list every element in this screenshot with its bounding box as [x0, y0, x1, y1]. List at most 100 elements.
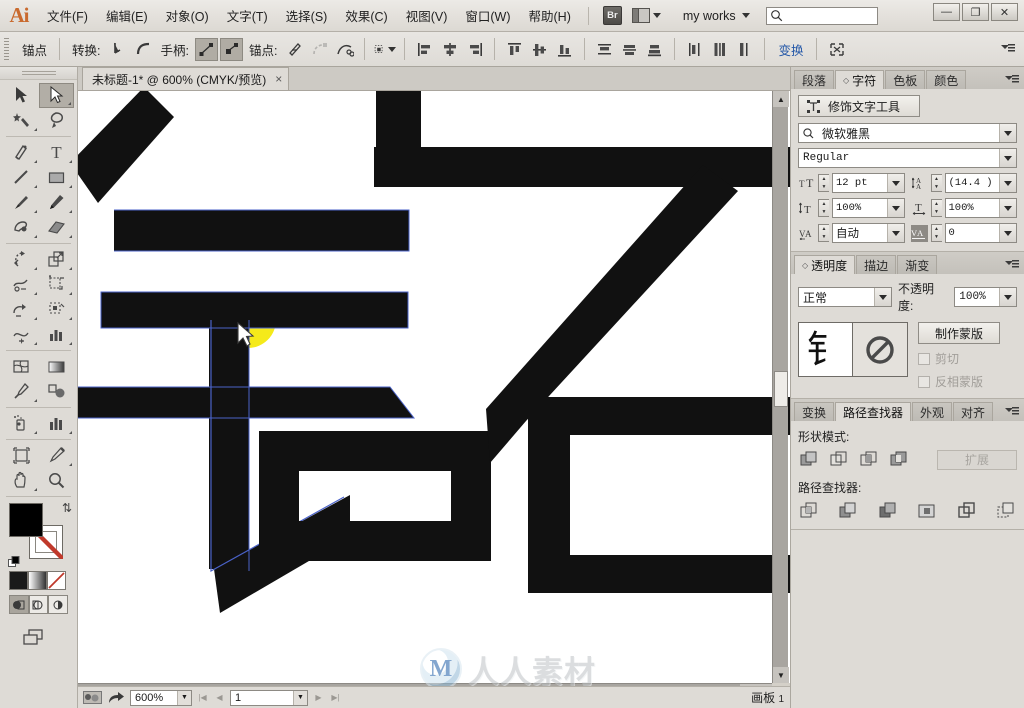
selection-tool[interactable] — [4, 83, 39, 108]
menu-window[interactable]: 窗口(W) — [456, 2, 519, 29]
align-left-icon[interactable] — [413, 38, 436, 61]
slice-tool[interactable] — [39, 443, 74, 468]
mesh-tool[interactable] — [4, 322, 39, 347]
tab-paragraph[interactable]: 段落 — [794, 70, 835, 89]
menu-type[interactable]: 文字(T) — [218, 2, 277, 29]
symbol-sprayer-tool[interactable] — [4, 411, 39, 436]
kerning-stepper[interactable]: ▲ ▼ — [818, 224, 829, 242]
distribute-right-icon[interactable] — [733, 38, 756, 61]
previous-artboard-button[interactable]: ◀ — [213, 691, 226, 705]
font-size-control[interactable]: TT ▲ ▼ 12 pt — [798, 173, 905, 193]
swap-fill-stroke-icon[interactable]: ⇅ — [62, 501, 72, 515]
align-vertical-center-icon[interactable] — [528, 38, 551, 61]
mesh-grid-tool[interactable] — [4, 354, 39, 379]
divide-icon[interactable] — [798, 500, 819, 521]
last-artboard-button[interactable]: ▶| — [329, 691, 342, 705]
character-panel-menu-icon[interactable] — [1005, 74, 1019, 86]
eyedropper-tool[interactable] — [4, 379, 39, 404]
pathfinder-panel-menu-icon[interactable] — [1005, 406, 1019, 418]
draw-behind-mode[interactable] — [28, 595, 49, 614]
exclude-icon[interactable] — [888, 449, 909, 470]
perspective-grid-tool[interactable] — [39, 297, 74, 322]
horizontal-scale-control[interactable]: T ▲ ▼ 100% — [911, 198, 1017, 218]
touch-type-tool-button[interactable]: 修饰文字工具 — [798, 95, 920, 117]
horizontal-scale-field[interactable]: 100% — [944, 198, 1017, 218]
tab-gradient[interactable]: 渐变 — [897, 255, 938, 274]
align-right-icon[interactable] — [463, 38, 486, 61]
minus-front-icon[interactable] — [828, 449, 849, 470]
direct-selection-tool[interactable] — [39, 83, 74, 108]
distribute-hcenter-icon[interactable] — [708, 38, 731, 61]
make-mask-button[interactable]: 制作蒙版 — [918, 322, 1000, 344]
tab-swatches[interactable]: 色板 — [885, 70, 926, 89]
intersect-icon[interactable] — [858, 449, 879, 470]
change-screen-mode-button[interactable] — [22, 628, 77, 651]
draw-inside-mode[interactable] — [48, 595, 69, 614]
paintbrush-tool[interactable] — [4, 190, 39, 215]
tracking-stepper[interactable]: ▲ ▼ — [930, 224, 942, 242]
clip-checkbox-row[interactable]: 剪切 — [918, 350, 1000, 367]
line-segment-tool[interactable] — [4, 165, 39, 190]
zoom-dropdown-icon[interactable]: ▼ — [177, 690, 191, 705]
eraser-tool[interactable] — [39, 215, 74, 240]
column-graph-tool[interactable] — [39, 411, 74, 436]
artboard-dropdown-icon[interactable]: ▼ — [293, 690, 307, 705]
remove-anchor-icon[interactable] — [283, 38, 306, 61]
tab-color[interactable]: 颜色 — [926, 70, 967, 89]
scale-tool[interactable] — [39, 247, 74, 272]
convert-to-corner-icon[interactable] — [107, 38, 130, 61]
vertical-scale-field[interactable]: 100% — [832, 198, 905, 218]
clip-checkbox[interactable] — [918, 352, 930, 365]
convert-to-smooth-icon[interactable] — [132, 38, 155, 61]
vertical-scale-dropdown-icon[interactable] — [886, 199, 904, 217]
leading-dropdown-icon[interactable] — [999, 174, 1016, 192]
hide-handles-icon[interactable] — [219, 37, 243, 61]
invert-mask-checkbox[interactable] — [918, 375, 930, 388]
kerning-dropdown-icon[interactable] — [886, 224, 904, 242]
blend-mode-field[interactable]: 正常 — [798, 287, 893, 307]
unite-icon[interactable] — [798, 449, 819, 470]
leading-field[interactable]: (14.4 ) — [944, 173, 1017, 193]
vertical-scale-stepper[interactable]: ▲ ▼ — [818, 199, 829, 217]
tab-transparency[interactable]: ◇ 透明度 — [794, 255, 856, 274]
kerning-control[interactable]: VA ▲ ▼ 自动 — [798, 223, 905, 243]
tab-pathfinder[interactable]: 路径查找器 — [835, 402, 912, 421]
search-field[interactable] — [782, 9, 873, 22]
tracking-control[interactable]: VA ▲ ▼ 0 — [910, 223, 1017, 243]
distribute-vcenter-icon[interactable] — [618, 38, 641, 61]
tab-stroke[interactable]: 描边 — [856, 255, 897, 274]
menu-object[interactable]: 对象(O) — [157, 2, 218, 29]
control-bar-menu-icon[interactable] — [1001, 43, 1015, 55]
invert-mask-checkbox-row[interactable]: 反相蒙版 — [918, 373, 1000, 390]
blob-brush-tool[interactable] — [4, 215, 39, 240]
share-on-behance-icon[interactable] — [106, 690, 126, 705]
kerning-field[interactable]: 自动 — [832, 223, 905, 243]
menu-view[interactable]: 视图(V) — [397, 2, 457, 29]
distribute-bottom-icon[interactable] — [643, 38, 666, 61]
leading-stepper[interactable]: ▲ ▼ — [930, 174, 942, 192]
scroll-up-arrow[interactable]: ▲ — [773, 91, 789, 107]
tracking-field[interactable]: 0 — [944, 223, 1017, 243]
trim-icon[interactable] — [838, 500, 859, 521]
font-family-field[interactable]: 微软雅黑 — [798, 123, 1017, 143]
minus-back-icon[interactable] — [996, 500, 1017, 521]
arrange-documents-button[interactable] — [631, 8, 661, 23]
gradient-tool[interactable] — [39, 354, 74, 379]
font-size-stepper[interactable]: ▲ ▼ — [818, 174, 829, 192]
font-size-field[interactable]: 12 pt — [832, 173, 905, 193]
bridge-icon[interactable]: Br — [602, 6, 622, 25]
graph-tool[interactable] — [39, 322, 74, 347]
scroll-down-arrow[interactable]: ▼ — [773, 667, 789, 683]
hand-tool[interactable] — [4, 468, 39, 493]
isolate-selected-icon[interactable] — [373, 38, 397, 61]
blend-tool[interactable] — [39, 379, 74, 404]
zoom-tool[interactable] — [39, 468, 74, 493]
align-top-icon[interactable] — [503, 38, 526, 61]
document-tab[interactable]: 未标题-1* @ 600% (CMYK/预览) × — [82, 67, 290, 90]
rotate-tool[interactable] — [4, 247, 39, 272]
draw-normal-mode[interactable] — [9, 595, 29, 614]
connect-anchor-icon[interactable] — [308, 38, 331, 61]
font-family-dropdown-icon[interactable] — [999, 124, 1016, 142]
close-icon[interactable]: × — [275, 72, 282, 86]
menu-help[interactable]: 帮助(H) — [520, 2, 580, 29]
